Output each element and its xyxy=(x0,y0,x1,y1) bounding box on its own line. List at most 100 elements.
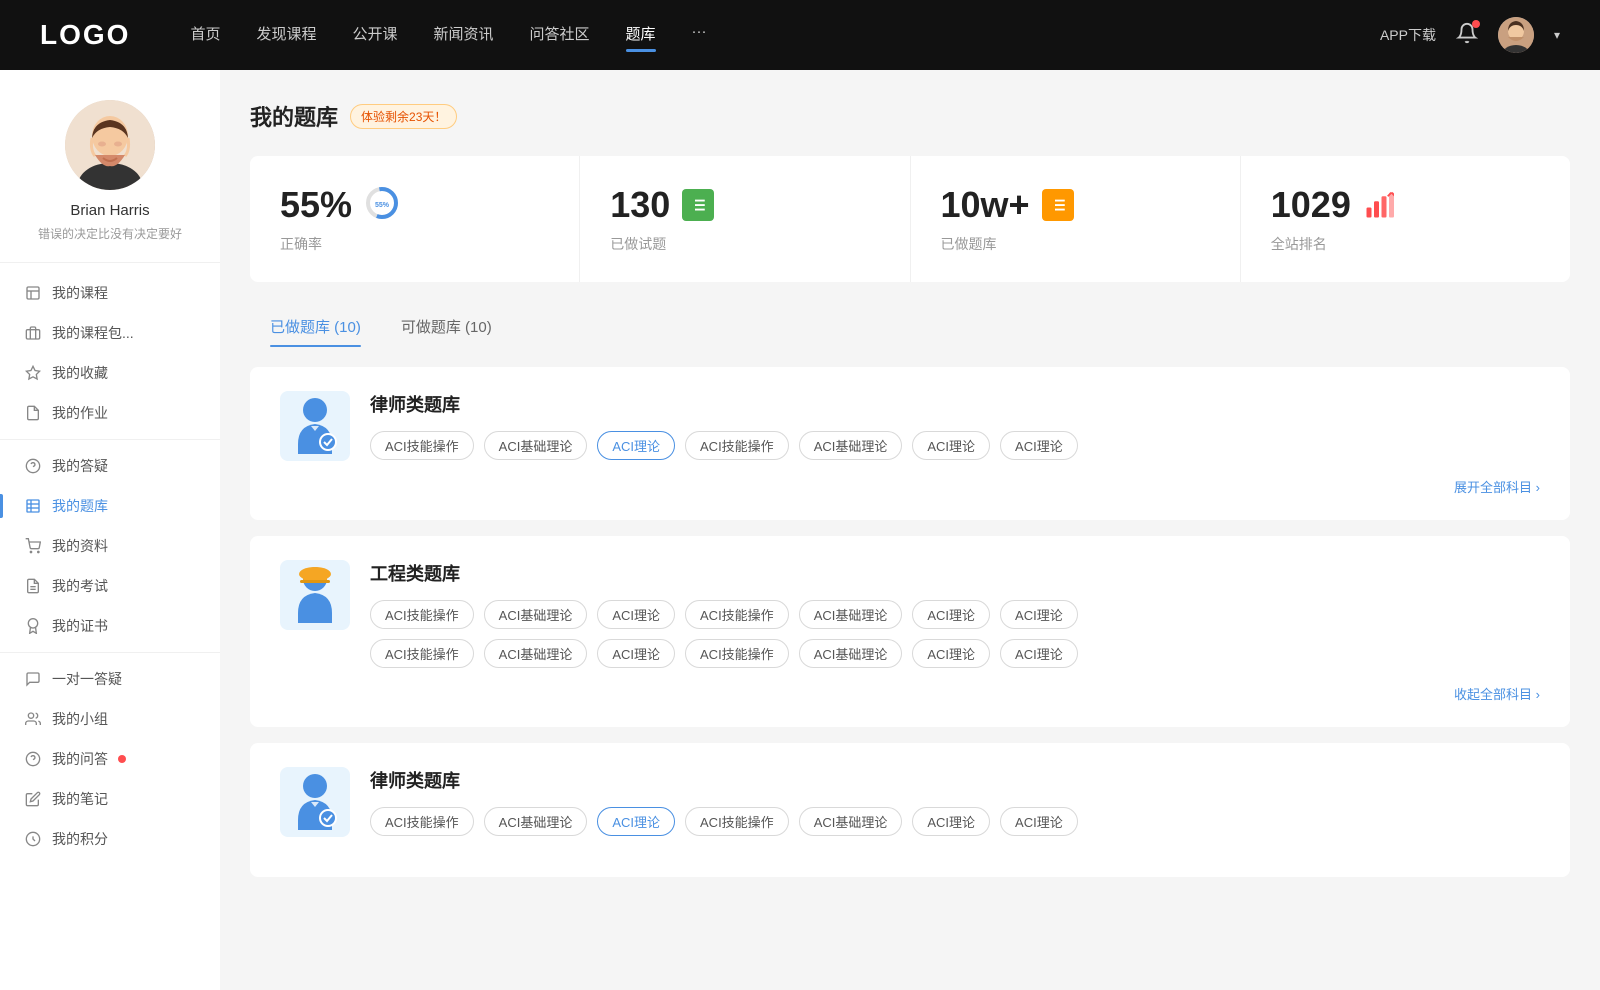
qbank-2-tag-r1-3[interactable]: ACI技能操作 xyxy=(685,600,789,629)
package-icon xyxy=(24,324,42,342)
qbank-2-tag-r1-1[interactable]: ACI基础理论 xyxy=(484,600,588,629)
profile-section: Brian Harris 错误的决定比没有决定要好 xyxy=(0,100,220,263)
notification-bell[interactable] xyxy=(1456,22,1478,49)
tab-done[interactable]: 已做题库 (10) xyxy=(250,306,381,347)
qbank-3-avatar xyxy=(280,767,350,837)
qbank-1-tag-5[interactable]: ACI理论 xyxy=(912,431,990,460)
qbank-3-tag-4[interactable]: ACI基础理论 xyxy=(799,807,903,836)
nav-qa[interactable]: 问答社区 xyxy=(530,23,590,48)
qbank-2-tag-r2-3[interactable]: ACI技能操作 xyxy=(685,639,789,668)
stat-done-questions-value: 130 xyxy=(610,184,670,226)
stat-rank-main: 1029 xyxy=(1271,184,1540,226)
sidebar-item-notes[interactable]: 我的笔记 xyxy=(0,779,220,819)
notification-dot xyxy=(1472,20,1480,28)
my-qa-dot xyxy=(118,755,126,763)
svg-text:55%: 55% xyxy=(375,202,390,209)
nav-qbank[interactable]: 题库 xyxy=(626,23,656,48)
sidebar-item-cert[interactable]: 我的证书 xyxy=(0,606,220,646)
qbank-2-info: 工程类题库 ACI技能操作 ACI基础理论 ACI理论 ACI技能操作 ACI基… xyxy=(370,560,1540,668)
nav-discover[interactable]: 发现课程 xyxy=(256,23,316,48)
sidebar-item-homework[interactable]: 我的作业 xyxy=(0,393,220,433)
sidebar-item-qbank[interactable]: 我的题库 xyxy=(0,486,220,526)
profile-motto: 错误的决定比没有决定要好 xyxy=(38,225,182,242)
sidebar: Brian Harris 错误的决定比没有决定要好 我的课程 xyxy=(0,70,220,990)
star-icon xyxy=(24,364,42,382)
user-avatar[interactable] xyxy=(1498,17,1534,53)
sidebar-item-notes-label: 我的笔记 xyxy=(52,789,108,809)
stat-rank: 1029 全站排名 xyxy=(1241,156,1570,282)
qbank-1-tag-3[interactable]: ACI技能操作 xyxy=(685,431,789,460)
qbank-1-tag-4[interactable]: ACI基础理论 xyxy=(799,431,903,460)
qbank-2-tag-r1-5[interactable]: ACI理论 xyxy=(912,600,990,629)
red-chart-icon xyxy=(1363,189,1395,221)
stat-accuracy-value: 55% xyxy=(280,184,352,226)
qbank-1-tag-2[interactable]: ACI理论 xyxy=(597,431,675,460)
qbank-1-tag-0[interactable]: ACI技能操作 xyxy=(370,431,474,460)
user-menu-chevron[interactable]: ▾ xyxy=(1554,28,1560,42)
qbank-2-tag-r2-1[interactable]: ACI基础理论 xyxy=(484,639,588,668)
qbank-2-title: 工程类题库 xyxy=(370,560,1540,586)
nav-opencourse[interactable]: 公开课 xyxy=(352,23,397,48)
qbank-3-tag-2[interactable]: ACI理论 xyxy=(597,807,675,836)
nav-home[interactable]: 首页 xyxy=(190,23,220,48)
main-header: LOGO 首页 发现课程 公开课 新闻资讯 问答社区 题库 ··· APP下载 xyxy=(0,0,1600,70)
qbank-2-tag-r2-5[interactable]: ACI理论 xyxy=(912,639,990,668)
qbank-2-collapse[interactable]: 收起全部科目 › xyxy=(280,684,1540,703)
sidebar-item-my-qa[interactable]: 我的问答 xyxy=(0,739,220,779)
tab-todo[interactable]: 可做题库 (10) xyxy=(381,306,512,347)
qbank-icon xyxy=(24,497,42,515)
sidebar-item-homework-label: 我的作业 xyxy=(52,403,108,423)
sidebar-item-one2one[interactable]: 一对一答疑 xyxy=(0,659,220,699)
group-icon xyxy=(24,710,42,728)
qbank-2-tag-r2-0[interactable]: ACI技能操作 xyxy=(370,639,474,668)
sidebar-item-group[interactable]: 我的小组 xyxy=(0,699,220,739)
profile-name: Brian Harris xyxy=(70,202,149,219)
qbank-2-tag-r2-2[interactable]: ACI理论 xyxy=(597,639,675,668)
qa-icon xyxy=(24,457,42,475)
qbank-2-avatar xyxy=(280,560,350,630)
sidebar-item-course[interactable]: 我的课程 xyxy=(0,273,220,313)
qbank-3-tag-0[interactable]: ACI技能操作 xyxy=(370,807,474,836)
qbank-2-tag-r2-4[interactable]: ACI基础理论 xyxy=(799,639,903,668)
qbank-3-title: 律师类题库 xyxy=(370,767,1540,793)
sidebar-item-qa[interactable]: 我的答疑 xyxy=(0,446,220,486)
stat-done-banks: 10w+ 已做题库 xyxy=(911,156,1241,282)
qbank-2-tag-r1-6[interactable]: ACI理论 xyxy=(1000,600,1078,629)
sidebar-item-material[interactable]: 我的资料 xyxy=(0,526,220,566)
qbank-1-tag-6[interactable]: ACI理论 xyxy=(1000,431,1078,460)
nav-news[interactable]: 新闻资讯 xyxy=(434,23,494,48)
qbank-3-tag-5[interactable]: ACI理论 xyxy=(912,807,990,836)
qbank-1-expand[interactable]: 展开全部科目 › xyxy=(280,477,1540,496)
main-content: 我的题库 体验剩余23天！ 55% xyxy=(220,70,1600,990)
app-download-button[interactable]: APP下载 xyxy=(1380,25,1436,45)
sidebar-item-favorites[interactable]: 我的收藏 xyxy=(0,353,220,393)
cert-icon xyxy=(24,617,42,635)
qbank-card-2: 工程类题库 ACI技能操作 ACI基础理论 ACI理论 ACI技能操作 ACI基… xyxy=(250,536,1570,727)
qbank-3-tag-1[interactable]: ACI基础理论 xyxy=(484,807,588,836)
sidebar-item-points[interactable]: 我的积分 xyxy=(0,819,220,859)
qbank-3-tag-6[interactable]: ACI理论 xyxy=(1000,807,1078,836)
qbank-1-tags: ACI技能操作 ACI基础理论 ACI理论 ACI技能操作 ACI基础理论 AC… xyxy=(370,431,1540,460)
sidebar-item-exam-label: 我的考试 xyxy=(52,576,108,596)
qbank-2-tag-r1-2[interactable]: ACI理论 xyxy=(597,600,675,629)
orange-list-icon xyxy=(1042,189,1074,221)
stat-accuracy-main: 55% 55% xyxy=(280,184,549,226)
stat-done-banks-label: 已做题库 xyxy=(941,234,1210,254)
qbank-1-info: 律师类题库 ACI技能操作 ACI基础理论 ACI理论 ACI技能操作 ACI基… xyxy=(370,391,1540,460)
qbank-card-3: 律师类题库 ACI技能操作 ACI基础理论 ACI理论 ACI技能操作 ACI基… xyxy=(250,743,1570,877)
main-nav: 首页 发现课程 公开课 新闻资讯 问答社区 题库 ··· xyxy=(190,23,1380,48)
qbank-3-tag-3[interactable]: ACI技能操作 xyxy=(685,807,789,836)
stat-rank-label: 全站排名 xyxy=(1271,234,1540,254)
nav-more[interactable]: ··· xyxy=(692,23,707,48)
qbank-2-tag-r1-0[interactable]: ACI技能操作 xyxy=(370,600,474,629)
sidebar-item-exam[interactable]: 我的考试 xyxy=(0,566,220,606)
qbank-1-tag-1[interactable]: ACI基础理论 xyxy=(484,431,588,460)
sidebar-item-package[interactable]: 我的课程包... xyxy=(0,313,220,353)
qbank-2-tag-r2-6[interactable]: ACI理论 xyxy=(1000,639,1078,668)
logo: LOGO xyxy=(40,19,130,51)
header-right: APP下载 ▾ xyxy=(1380,17,1560,53)
sidebar-item-one2one-label: 一对一答疑 xyxy=(52,669,122,689)
sidebar-item-group-label: 我的小组 xyxy=(52,709,108,729)
qbank-3-info: 律师类题库 ACI技能操作 ACI基础理论 ACI理论 ACI技能操作 ACI基… xyxy=(370,767,1540,836)
qbank-2-tag-r1-4[interactable]: ACI基础理论 xyxy=(799,600,903,629)
